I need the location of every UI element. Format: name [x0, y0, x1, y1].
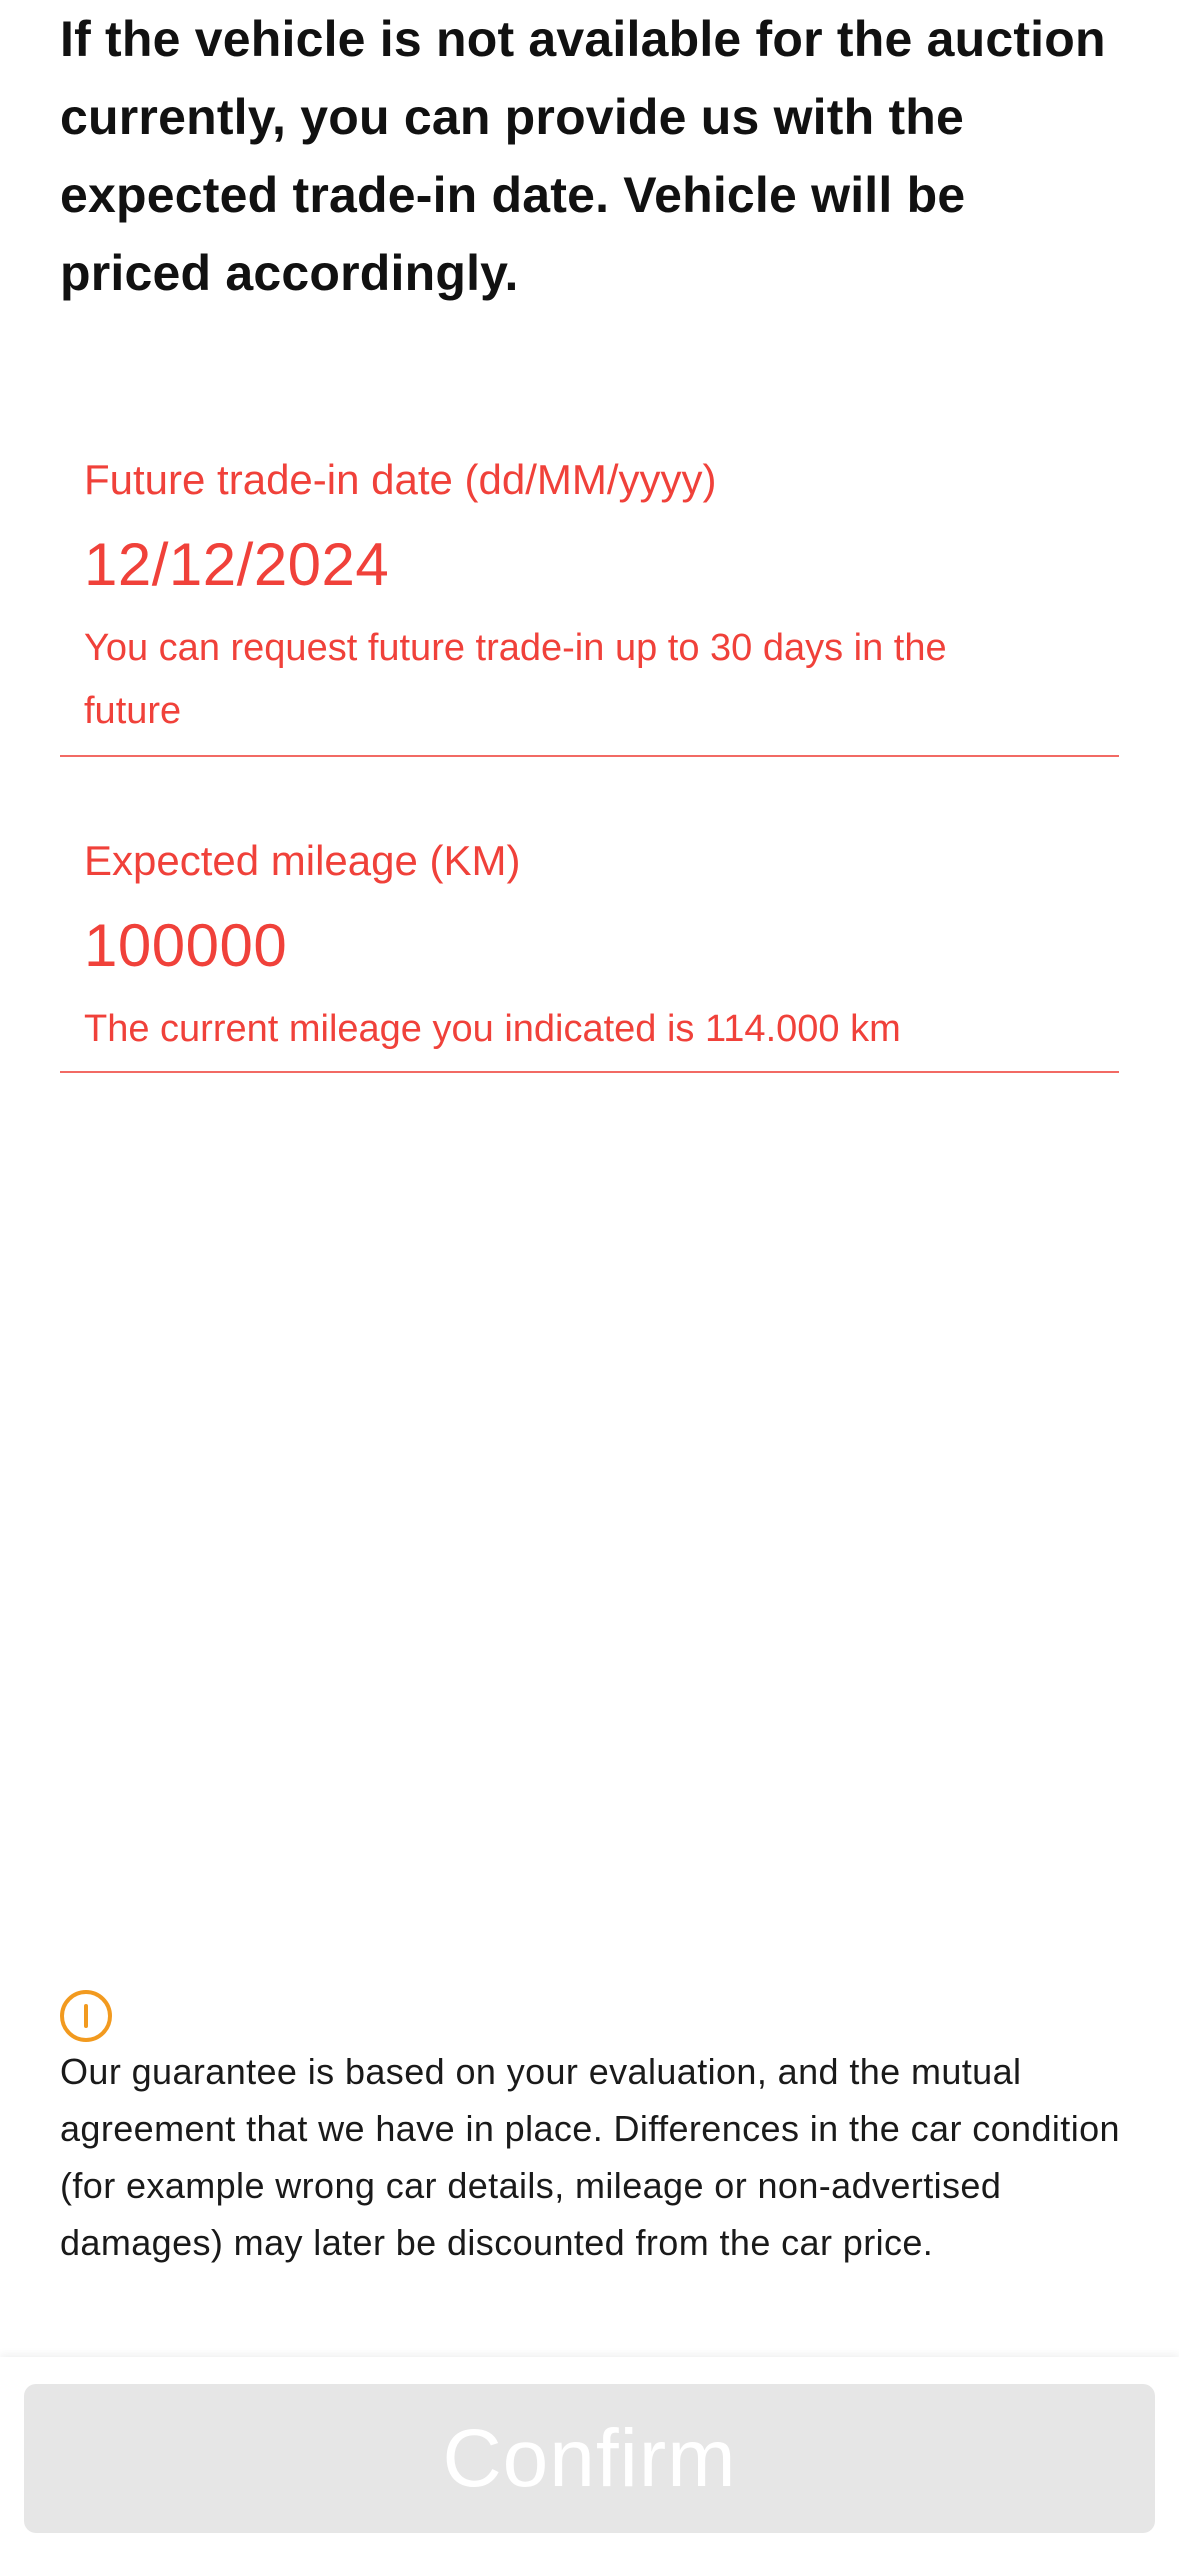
expected-mileage-field[interactable]: Expected mileage (KM) 100000 The current… — [60, 826, 1119, 1073]
trade-in-date-field[interactable]: Future trade-in date (dd/MM/yyyy) 12/12/… — [60, 445, 1119, 757]
info-circle-icon — [60, 1990, 112, 2042]
confirm-button[interactable]: Confirm — [24, 2384, 1155, 2533]
trade-in-date-label: Future trade-in date (dd/MM/yyyy) — [84, 456, 717, 503]
trade-in-date-error: You can request future trade-in up to 30… — [84, 627, 947, 732]
intro-text: If the vehicle is not available for the … — [60, 11, 1106, 301]
trade-in-date-underline — [60, 755, 1119, 757]
expected-mileage-label: Expected mileage (KM) — [84, 837, 521, 884]
expected-mileage-error: The current mileage you indicated is 114… — [84, 1008, 901, 1050]
expected-mileage-input[interactable]: 100000 — [84, 906, 287, 986]
guarantee-notice-text: Our guarantee is based on your evaluatio… — [60, 2051, 1120, 2263]
trade-in-date-input[interactable]: 12/12/2024 — [84, 525, 389, 605]
expected-mileage-underline — [60, 1071, 1119, 1073]
